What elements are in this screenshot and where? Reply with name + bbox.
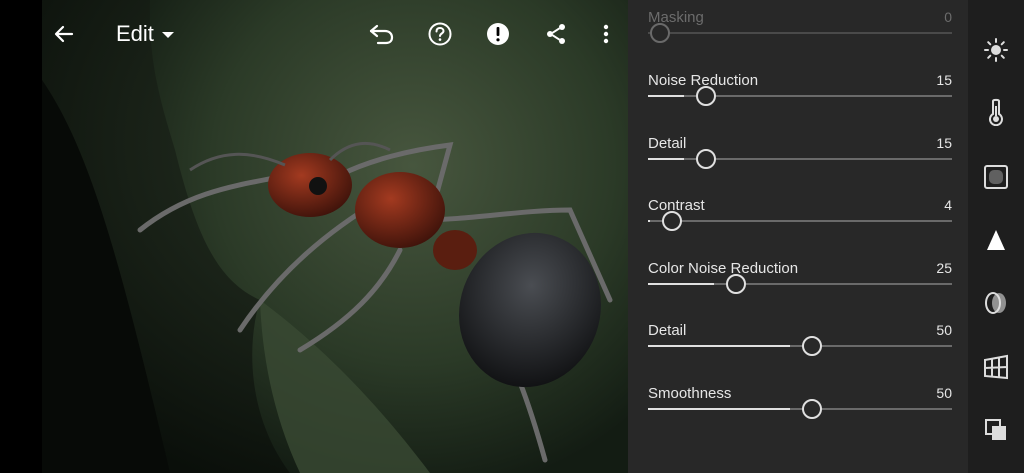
- noise-reduction-row: Noise Reduction 15: [648, 72, 952, 134]
- detail-icon: [987, 230, 1005, 250]
- detail-panel: Masking 0 Noise Reduction 15 Detail 15 C…: [628, 0, 968, 473]
- edit-mode-label: Edit: [116, 21, 154, 46]
- photo-canvas[interactable]: [0, 0, 628, 473]
- versions-icon: [985, 419, 1006, 440]
- color-detail-slider[interactable]: [648, 336, 952, 356]
- slider-thumb[interactable]: [650, 23, 670, 43]
- slider-thumb[interactable]: [802, 399, 822, 419]
- masking-value: 0: [944, 9, 952, 25]
- smoothness-value: 50: [936, 385, 952, 401]
- color-noise-reduction-value: 25: [936, 260, 952, 276]
- masking-row: Masking 0: [648, 9, 952, 71]
- effects-tool-button[interactable]: [982, 163, 1010, 191]
- smoothness-label: Smoothness: [648, 385, 732, 402]
- more-vertical-icon: [603, 24, 609, 44]
- noise-detail-value: 15: [936, 135, 952, 151]
- contrast-value: 4: [944, 197, 952, 213]
- color-noise-reduction-row: Color Noise Reduction 25: [648, 260, 952, 322]
- slider-thumb[interactable]: [695, 86, 716, 106]
- light-icon: [984, 38, 1008, 62]
- geometry-tool-button[interactable]: [982, 353, 1010, 381]
- geometry-icon: [984, 354, 1008, 380]
- noise-reduction-value: 15: [936, 72, 952, 88]
- effects-icon: [984, 165, 1008, 189]
- light-tool-button[interactable]: [982, 36, 1010, 64]
- noise-reduction-slider[interactable]: [648, 86, 952, 106]
- color-tool-button[interactable]: [982, 98, 1010, 126]
- slider-thumb[interactable]: [726, 274, 746, 294]
- more-options-button[interactable]: [590, 18, 622, 50]
- smoothness-slider[interactable]: [648, 399, 952, 419]
- ant-photo: [0, 0, 628, 473]
- contrast-row: Contrast 4: [648, 197, 952, 259]
- detail-tool-button[interactable]: [982, 226, 1010, 254]
- noise-detail-label: Detail: [648, 135, 687, 152]
- help-button[interactable]: [424, 18, 456, 50]
- slider-thumb[interactable]: [662, 211, 683, 231]
- color-noise-reduction-slider[interactable]: [648, 274, 952, 294]
- undo-icon: [369, 24, 394, 45]
- slider-thumb[interactable]: [802, 336, 822, 356]
- color-temperature-icon: [989, 98, 1003, 126]
- caret-down-icon: [161, 32, 174, 38]
- noise-detail-row: Detail 15: [648, 135, 952, 197]
- contrast-slider[interactable]: [648, 211, 952, 231]
- smoothness-row: Smoothness 50: [648, 385, 952, 447]
- slider-thumb[interactable]: [695, 149, 716, 169]
- back-button[interactable]: [48, 18, 80, 50]
- help-icon: [428, 22, 452, 46]
- alert-button[interactable]: [482, 18, 514, 50]
- back-arrow-icon: [54, 25, 74, 43]
- color-detail-label: Detail: [648, 322, 687, 339]
- undo-button[interactable]: [366, 18, 398, 50]
- color-detail-value: 50: [936, 322, 952, 338]
- edit-mode-dropdown[interactable]: Edit: [116, 20, 174, 48]
- exclamation-icon: [487, 23, 509, 45]
- color-noise-reduction-label: Color Noise Reduction: [648, 260, 799, 277]
- color-detail-row: Detail 50: [648, 322, 952, 384]
- noise-detail-slider[interactable]: [648, 149, 952, 169]
- share-button[interactable]: [540, 18, 572, 50]
- versions-tool-button[interactable]: [982, 416, 1010, 444]
- optics-tool-button[interactable]: [982, 289, 1010, 317]
- share-icon: [547, 24, 565, 44]
- tool-rail: [968, 0, 1024, 473]
- optics-icon: [985, 292, 1006, 314]
- masking-slider[interactable]: [648, 23, 952, 43]
